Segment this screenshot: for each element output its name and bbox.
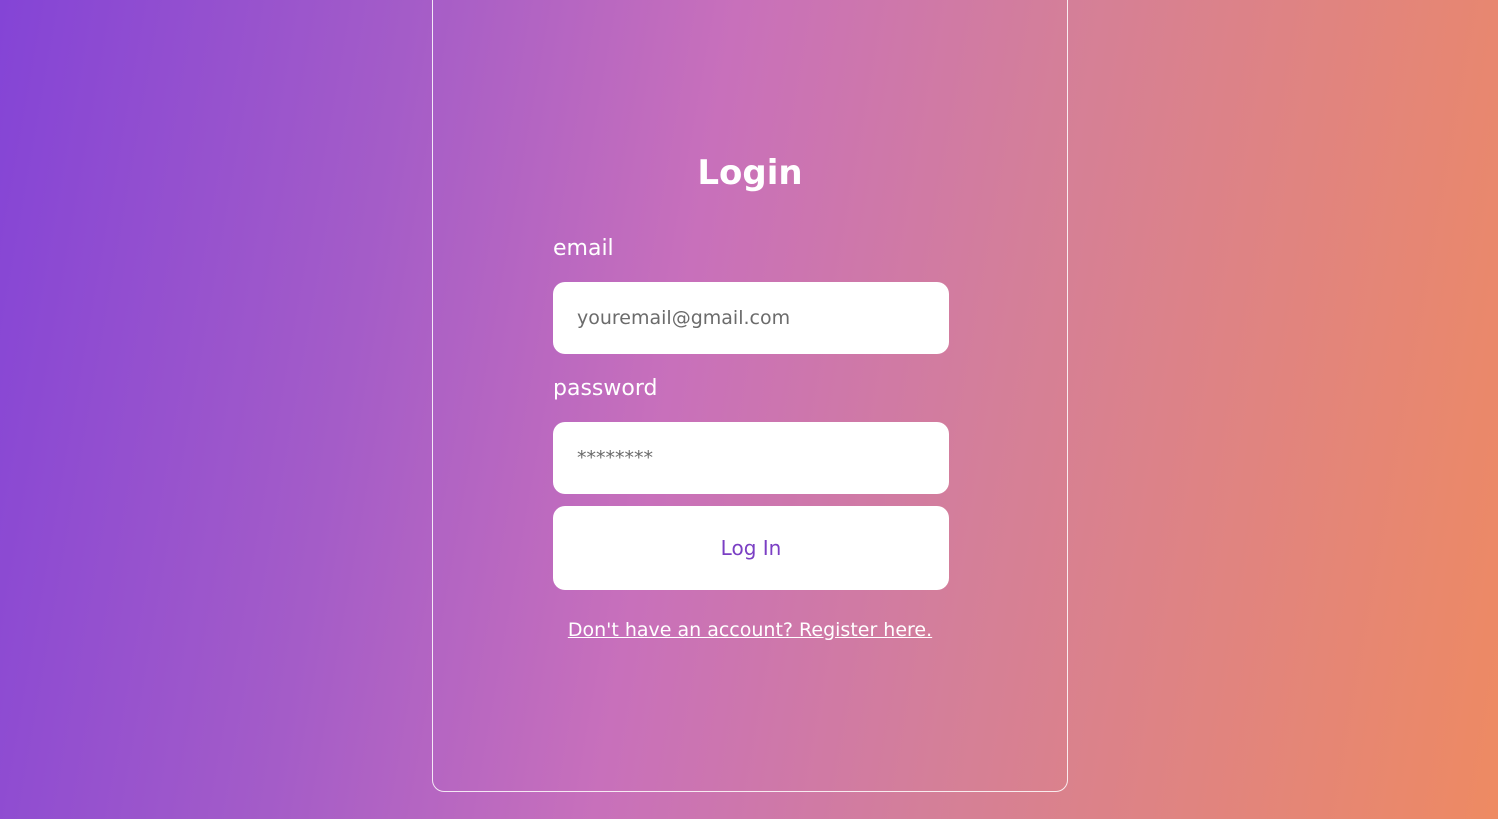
email-field[interactable]: youremail@gmail.com: [553, 282, 949, 354]
password-field[interactable]: ********: [553, 422, 949, 494]
email-label: email: [553, 236, 614, 261]
page-title: Login: [697, 153, 803, 193]
register-link[interactable]: Don't have an account? Register here.: [433, 619, 1067, 641]
email-placeholder: youremail@gmail.com: [577, 307, 791, 329]
login-button[interactable]: Log In: [553, 506, 949, 590]
password-placeholder: ********: [577, 447, 653, 469]
login-card: Login email youremail@gmail.com password…: [432, 0, 1068, 792]
password-label: password: [553, 376, 658, 401]
